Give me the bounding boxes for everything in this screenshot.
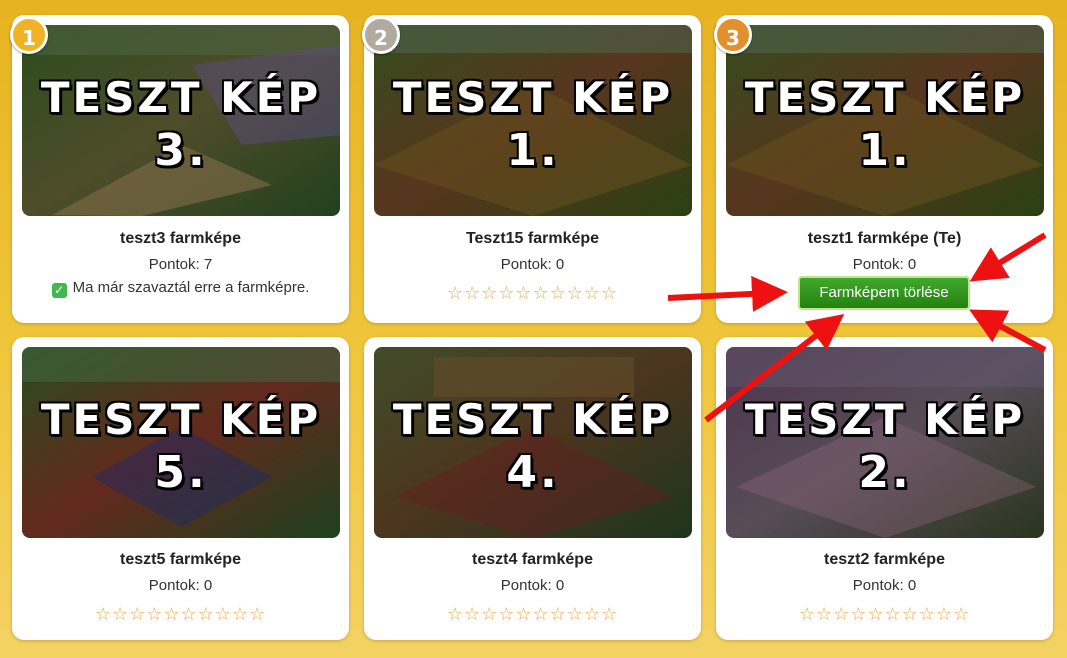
image-caption-title: TESZT KÉP — [40, 73, 322, 122]
farm-name: teszt4 farmképe — [472, 551, 593, 568]
image-caption-number: 1. — [506, 125, 560, 176]
image-caption-title: TESZT KÉP — [392, 395, 674, 444]
farm-points: Pontok: 0 — [500, 577, 565, 594]
check-icon: ✓ — [51, 283, 67, 298]
rank-badge-3: 3 — [714, 16, 752, 54]
farm-image-teszt1[interactable]: TESZT KÉP 1. — [726, 25, 1044, 216]
delete-farm-image-button[interactable]: Farmképem törlése — [798, 276, 970, 310]
voted-message: ✓ Ma már szavaztál erre a farmképre. — [12, 279, 349, 298]
farm-card-teszt15: TESZT KÉP 1. Teszt15 farmképe Pontok: 0 … — [364, 15, 701, 323]
image-caption-title: TESZT KÉP — [744, 73, 1026, 122]
farm-card-teszt2: TESZT KÉP 2. teszt2 farmképe Pontok: 0 ☆… — [716, 337, 1053, 640]
farm-card-teszt1: TESZT KÉP 1. teszt1 farmképe (Te) Pontok… — [716, 15, 1053, 323]
farm-card-teszt3: TESZT KÉP 3. teszt3 farmképe Pontok: 7 ✓… — [12, 15, 349, 323]
farm-points: Pontok: 7 — [148, 256, 213, 273]
rank-badge-2: 2 — [362, 16, 400, 54]
farm-image-teszt3[interactable]: TESZT KÉP 3. — [22, 25, 340, 216]
star-rating[interactable]: ☆☆☆☆☆☆☆☆☆☆ — [364, 604, 701, 625]
image-caption-number: 3. — [154, 125, 208, 176]
farm-image-teszt2[interactable]: TESZT KÉP 2. — [726, 347, 1044, 538]
image-caption-number: 1. — [858, 125, 912, 176]
farm-name: teszt1 farmképe (Te) — [807, 230, 962, 247]
farm-image-teszt5[interactable]: TESZT KÉP 5. — [22, 347, 340, 538]
farm-name: teszt5 farmképe — [120, 551, 241, 568]
star-rating[interactable]: ☆☆☆☆☆☆☆☆☆☆ — [716, 604, 1053, 625]
farm-name: teszt2 farmképe — [824, 551, 945, 568]
voted-text: Ma már szavaztál erre a farmképre. — [72, 279, 310, 296]
image-caption-number: 5. — [154, 447, 208, 498]
image-caption-number: 2. — [858, 447, 912, 498]
star-rating[interactable]: ☆☆☆☆☆☆☆☆☆☆ — [12, 604, 349, 625]
image-caption-number: 4. — [506, 447, 560, 498]
farm-points: Pontok: 0 — [500, 256, 565, 273]
farm-points: Pontok: 0 — [148, 577, 213, 594]
image-caption-title: TESZT KÉP — [744, 395, 1026, 444]
farm-card-teszt4: TESZT KÉP 4. teszt4 farmképe Pontok: 0 ☆… — [364, 337, 701, 640]
farm-points: Pontok: 0 — [852, 256, 917, 273]
farm-name: Teszt15 farmképe — [465, 230, 600, 247]
farm-card-teszt5: TESZT KÉP 5. teszt5 farmképe Pontok: 0 ☆… — [12, 337, 349, 640]
farm-image-teszt15[interactable]: TESZT KÉP 1. — [374, 25, 692, 216]
image-caption-title: TESZT KÉP — [392, 73, 674, 122]
rank-badge-1: 1 — [10, 16, 48, 54]
farm-points: Pontok: 0 — [852, 577, 917, 594]
star-rating[interactable]: ☆☆☆☆☆☆☆☆☆☆ — [364, 283, 701, 304]
farm-name: teszt3 farmképe — [120, 230, 241, 247]
farm-image-teszt4[interactable]: TESZT KÉP 4. — [374, 347, 692, 538]
image-caption-title: TESZT KÉP — [40, 395, 322, 444]
